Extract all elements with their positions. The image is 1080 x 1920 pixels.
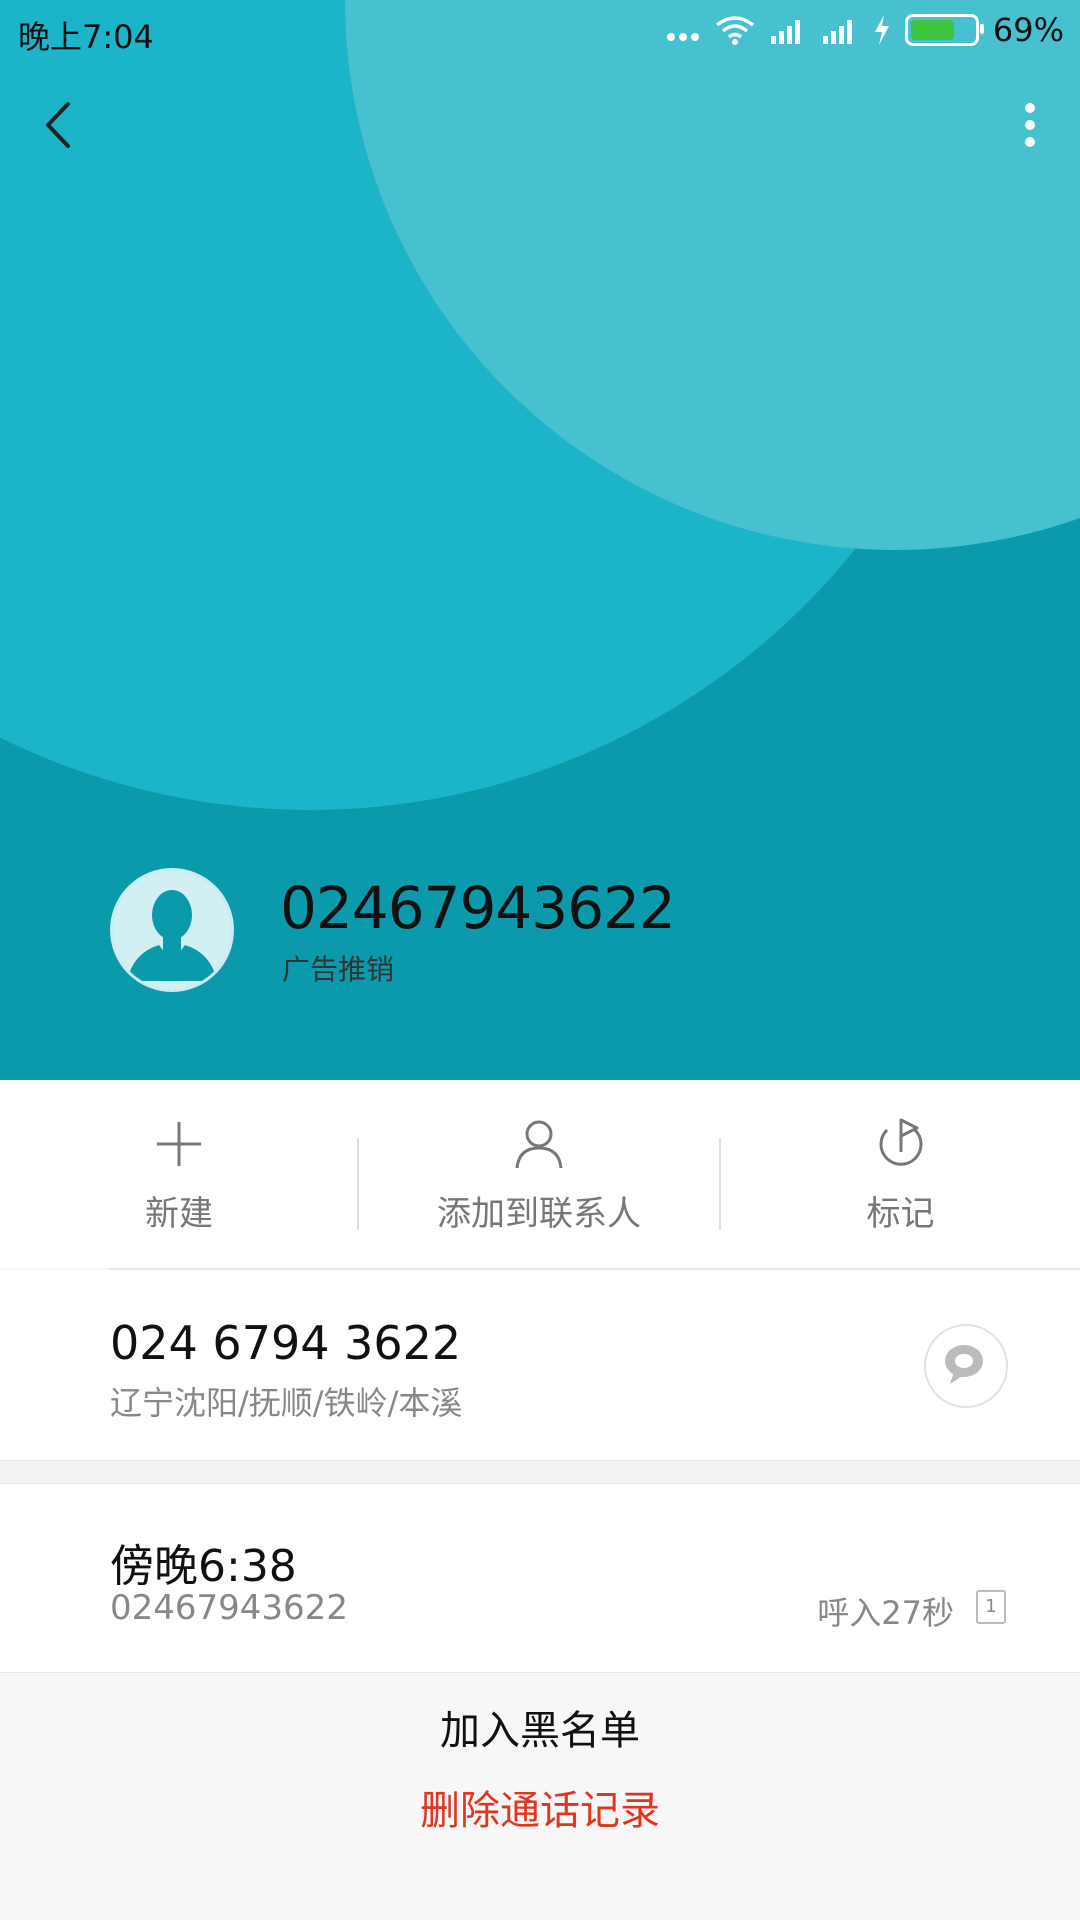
section-gap: [0, 1460, 1080, 1484]
sim-card-icon: 1: [976, 1590, 1006, 1624]
person-icon: [515, 1120, 563, 1169]
add-to-contacts-label: 添加到联系人: [437, 1194, 641, 1234]
battery-icon: [904, 14, 984, 46]
contact-number-title: 02467943622: [280, 874, 676, 942]
message-bubble-icon: [945, 1345, 983, 1384]
phone-location: 辽宁沈阳/抚顺/铁岭/本溪: [110, 1384, 463, 1422]
avatar: [110, 868, 234, 992]
add-to-contacts-button[interactable]: 添加到联系人: [359, 1080, 719, 1268]
mark-label: 标记: [866, 1194, 935, 1234]
more-options-button[interactable]: [1010, 98, 1050, 152]
bottom-menu: 加入黑名单 删除通话记录: [0, 1674, 1080, 1920]
phone-number: 024 6794 3622: [110, 1316, 462, 1370]
new-contact-label: 新建: [145, 1194, 213, 1234]
signal-icon-sim1: [770, 20, 800, 44]
call-number: 02467943622: [110, 1588, 348, 1628]
mark-button[interactable]: 标记: [721, 1080, 1080, 1268]
contact-tag: 广告推销: [282, 953, 395, 986]
plus-icon: [157, 1122, 201, 1166]
new-contact-button[interactable]: 新建: [0, 1080, 358, 1268]
send-message-button[interactable]: [924, 1324, 1008, 1408]
battery-percent: 69%: [992, 11, 1064, 49]
add-to-blacklist-button[interactable]: 加入黑名单: [0, 1698, 1080, 1756]
action-bar: 新建 添加到联系人 标记: [0, 1080, 1080, 1268]
wifi-icon: [715, 16, 754, 45]
more-vertical-icon: [1025, 103, 1035, 147]
back-arrow-icon: [46, 102, 70, 148]
back-button[interactable]: [36, 98, 86, 152]
call-duration: 呼入27秒: [817, 1594, 954, 1632]
charging-icon: [874, 15, 889, 45]
signal-icon-sim2: [822, 20, 852, 44]
phone-number-row[interactable]: 024 6794 3622 辽宁沈阳/抚顺/铁岭/本溪: [0, 1270, 1080, 1460]
status-time: 晚上7:04: [18, 18, 154, 56]
status-bar: 晚上7:04 69%: [0, 0, 1080, 62]
notification-dots-icon: [665, 11, 701, 49]
person-silhouette-icon: [127, 890, 217, 981]
flag-icon: [879, 1118, 922, 1166]
call-log-item[interactable]: 傍晚6:38 02467943622 呼入27秒 1: [0, 1484, 1080, 1673]
delete-call-log-button[interactable]: 删除通话记录: [0, 1778, 1080, 1836]
call-time: 傍晚6:38: [110, 1541, 297, 1592]
